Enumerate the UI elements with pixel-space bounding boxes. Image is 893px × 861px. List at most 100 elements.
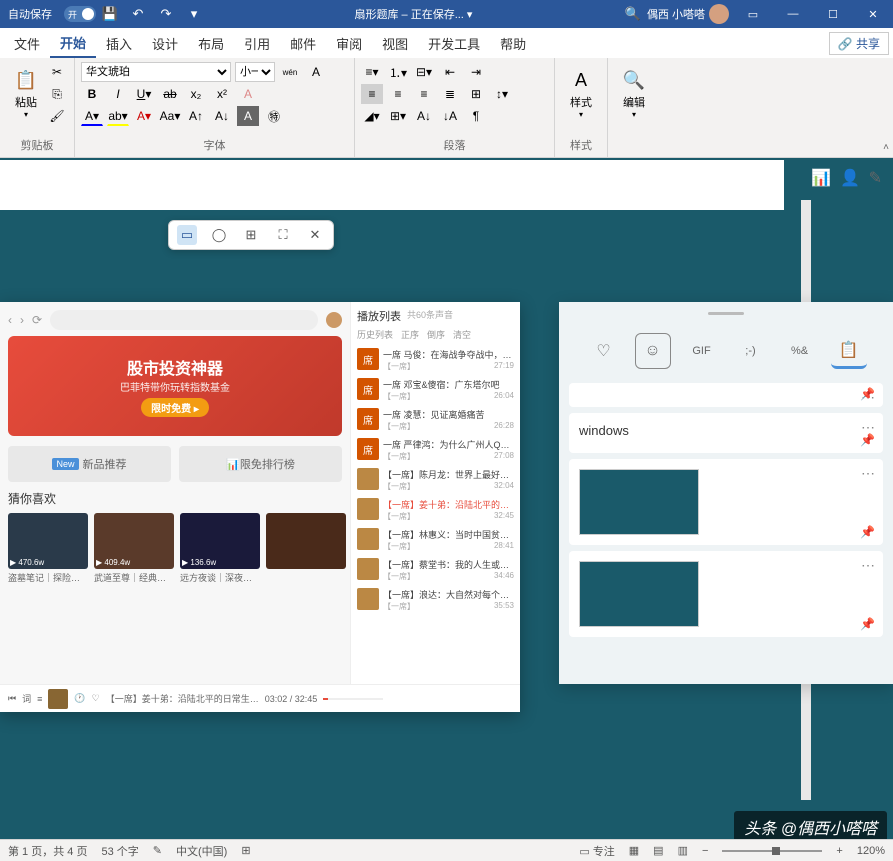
bullets-button[interactable]: ≡▾ [361,62,383,82]
item-pin-icon[interactable]: 📌 [860,387,875,401]
menu-home[interactable]: 开始 [50,29,96,58]
phonetic-icon[interactable]: wén [279,62,301,82]
menu-help[interactable]: 帮助 [490,30,536,57]
playlist-item[interactable]: 席一席 马俊：在海战争夺战中，为什么…【一席】27:19 [357,345,514,375]
playlist-item[interactable]: 席一席 邓宝&傻宿：广东塔尔吧【一席】26:04 [357,375,514,405]
web-layout-icon[interactable]: ▤ [653,844,663,857]
document-title[interactable]: 扇形题库 – 正在保存... ▾ [208,6,619,22]
person-icon[interactable]: 👤 [840,168,860,188]
qa-dropdown-icon[interactable]: ▾ [180,0,208,28]
player-lyrics-icon[interactable]: 词 [22,692,31,705]
menu-layout[interactable]: 布局 [188,30,234,57]
change-case-button[interactable]: Aa▾ [159,106,181,126]
snip-freeform-button[interactable]: ◯ [209,225,229,245]
media-banner[interactable]: 股市投资神器 巴菲特带你玩转指数基金 限时免费 ▸ [8,336,342,436]
player-list-icon[interactable]: ≡ [37,694,42,704]
multilevel-button[interactable]: ⊟▾ [413,62,435,82]
focus-mode-button[interactable]: ▭ 专注 [579,843,614,859]
text-effect-button[interactable]: A▾ [133,106,155,126]
distribute-button[interactable]: ⊞ [465,84,487,104]
show-marks-button[interactable]: ¶ [465,106,487,126]
zoom-in-button[interactable]: + [836,845,842,857]
menu-file[interactable]: 文件 [4,30,50,57]
player-clock-icon[interactable]: 🕐 [74,693,85,704]
align-right-button[interactable]: ≡ [413,84,435,104]
edit-button[interactable]: 🔍 编辑 ▾ [614,62,654,123]
clipboard-item[interactable]: ⋯ 📌 [569,383,883,407]
media-search-input[interactable] [50,310,318,330]
player-prev-icon[interactable]: ⏮ [8,693,16,704]
user-name[interactable]: 偶西 小嗒嗒 [647,6,705,22]
snip-window-button[interactable]: ⊞ [241,225,261,245]
sort-desc-button[interactable]: ↓A [439,106,461,126]
maximize-button[interactable]: ☐ [813,0,853,28]
share-button[interactable]: 🔗 共享 [829,32,889,55]
autosave-toggle[interactable]: 开 [64,6,96,22]
card-item[interactable] [266,513,346,584]
justify-button[interactable]: ≣ [439,84,461,104]
player-progress[interactable] [323,698,383,700]
chart-icon[interactable]: 📊 [811,168,831,188]
page-status[interactable]: 第 1 页，共 4 页 [8,843,87,859]
playlist-item[interactable]: 【一席】姜十弟：沿陆北平的日常生…【一席】32:45 [357,495,514,525]
close-button[interactable]: ✕ [853,0,893,28]
grow-font-button[interactable]: A↑ [185,106,207,126]
sort-button[interactable]: A↓ [413,106,435,126]
snip-close-button[interactable]: ✕ [305,225,325,245]
banner-cta-button[interactable]: 限时免费 ▸ [141,398,209,417]
char-shading-icon[interactable]: A [237,106,259,126]
item-more-icon[interactable]: ⋯ [861,557,875,574]
accessibility-icon[interactable]: ⊞ [241,844,250,857]
pl-tab-history[interactable]: 历史列表 [357,328,393,341]
undo-icon[interactable]: ↶ [124,0,152,28]
item-more-icon[interactable]: ⋯ [861,465,875,482]
nav-refresh-icon[interactable]: ⟳ [32,313,42,327]
clip-tab-gif[interactable]: GIF [684,333,720,369]
numbering-button[interactable]: ⒈▾ [387,62,409,82]
char-border-icon[interactable]: A [305,62,327,82]
print-layout-icon[interactable]: ▦ [629,844,639,857]
enclose-char-icon[interactable]: ㊕ [263,106,285,126]
promo-new-products[interactable]: New新品推荐 [8,446,171,482]
playlist-item[interactable]: 席一席 严律鸿：为什么广州人QQ语音…【一席】27:08 [357,435,514,465]
strikethrough-button[interactable]: ab [159,84,181,104]
underline-button[interactable]: U▾ [133,84,155,104]
nav-back-icon[interactable]: ‹ [8,313,12,327]
font-color-button[interactable]: A▾ [81,106,103,126]
clipboard-item[interactable]: ⋯ 📌 [569,459,883,545]
playlist-item[interactable]: 【一席】浪达：大自然对每个人都是…【一席】35:53 [357,585,514,615]
pl-tab-desc[interactable]: 倒序 [427,328,445,341]
panel-drag-handle[interactable] [708,312,744,315]
playlist-item[interactable]: 【一席】蔡堂书：我的人生或越岐岭【一席】34:46 [357,555,514,585]
item-pin-icon[interactable]: 📌 [860,433,875,447]
menu-insert[interactable]: 插入 [96,30,142,57]
playlist-item[interactable]: 席一席 凌慧：见证离婚痛苦【一席】26:28 [357,405,514,435]
font-size-select[interactable]: 小一 [235,62,275,82]
align-left-button[interactable]: ≡ [361,84,383,104]
zoom-level[interactable]: 120% [857,845,885,857]
search-icon[interactable]: 🔍 [619,0,647,28]
menu-mail[interactable]: 邮件 [280,30,326,57]
card-item[interactable]: ▶ 136.6w远方夜谈｜深夜小… [180,513,260,584]
player-heart-icon[interactable]: ♡ [92,693,100,704]
clip-tab-kaomoji[interactable]: ;-) [733,333,769,369]
clip-tab-symbols[interactable]: %& [782,333,818,369]
player-thumb[interactable] [48,689,68,709]
snip-fullscreen-button[interactable]: ⛶ [273,225,293,245]
zoom-out-button[interactable]: − [702,845,708,857]
paste-button[interactable]: 📋 粘贴 ▾ [6,62,46,126]
menu-review[interactable]: 审阅 [326,30,372,57]
highlight-button[interactable]: ab▾ [107,106,129,126]
superscript-button[interactable]: x² [211,84,233,104]
card-item[interactable]: ▶ 409.4w武道至尊｜经典玄… [94,513,174,584]
pl-tab-asc[interactable]: 正序 [401,328,419,341]
clipboard-item[interactable]: ⋯ 📌 [569,551,883,637]
read-mode-icon[interactable]: ▥ [678,844,688,857]
minimize-button[interactable]: — [773,0,813,28]
collapse-ribbon-icon[interactable]: ˄ [883,142,889,153]
clear-format-icon[interactable]: A [237,84,259,104]
subscript-button[interactable]: x₂ [185,84,207,104]
redo-icon[interactable]: ↷ [152,0,180,28]
clip-tab-clipboard[interactable]: 📋 [831,333,867,369]
styles-button[interactable]: A 样式 ▾ [561,62,601,123]
